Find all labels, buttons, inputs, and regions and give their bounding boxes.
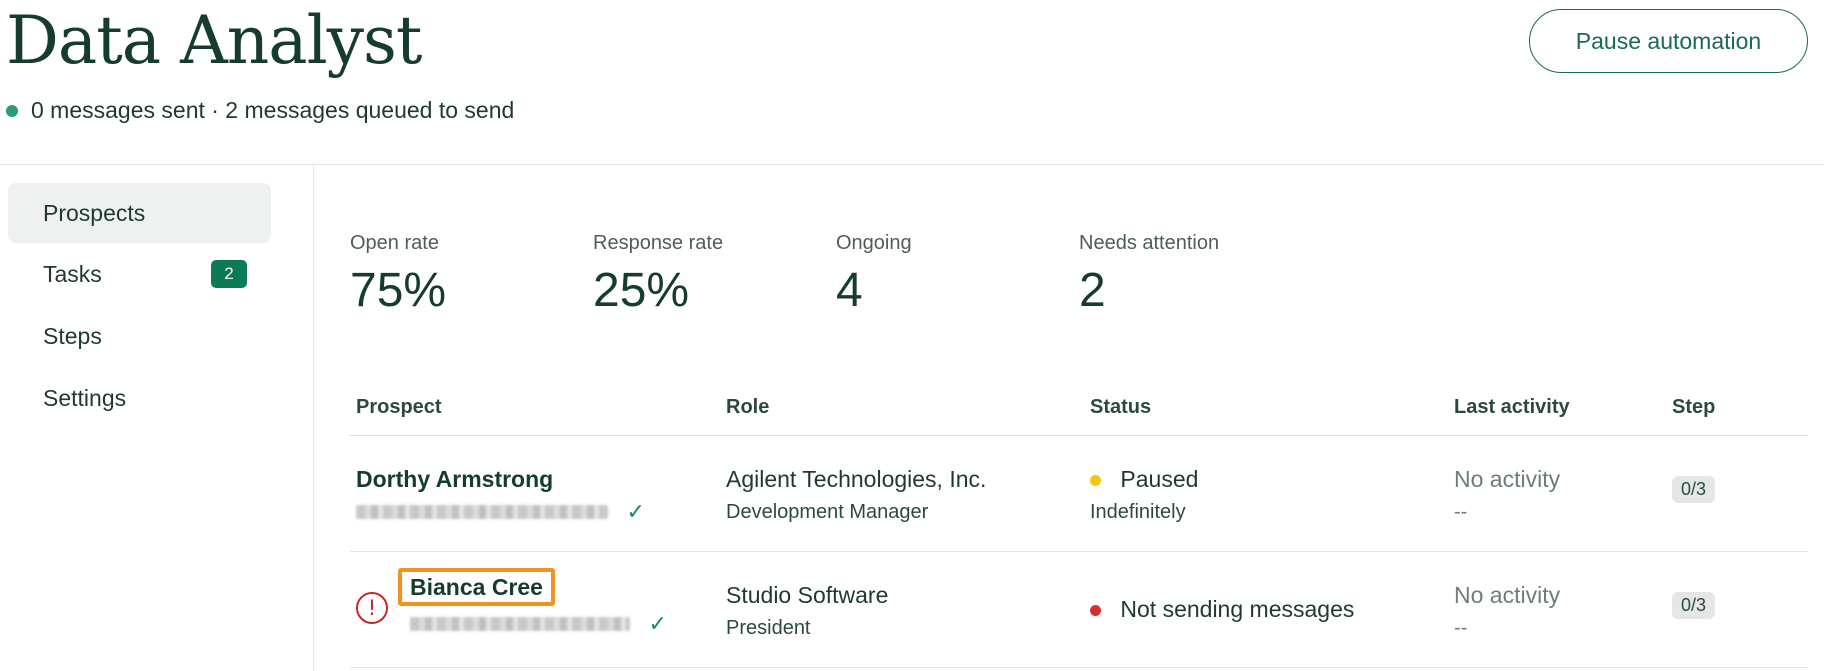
status-cell: Paused Indefinitely	[1090, 466, 1198, 524]
stat-needs-attention: Needs attention 2	[1079, 232, 1299, 318]
warning-icon: !	[356, 592, 388, 624]
last-activity-detail: --	[1454, 617, 1468, 639]
sidebar-item-label: Tasks	[43, 260, 102, 287]
sidebar-item-steps[interactable]: Steps	[8, 306, 271, 366]
company-name: Agilent Technologies, Inc.	[726, 466, 987, 492]
status-text: Paused	[1120, 466, 1199, 492]
prospects-table: Prospect Role Status Last activity Step …	[350, 392, 1808, 668]
stat-response-rate: Response rate 25%	[593, 232, 813, 318]
automation-status: 0 messages sent · 2 messages queued to s…	[6, 97, 514, 124]
page-title: Data Analyst	[6, 2, 422, 79]
stat-value: 75%	[350, 264, 447, 317]
stat-label: Open rate	[350, 232, 439, 254]
role-cell: Studio Software President	[726, 582, 888, 640]
last-activity-text: No activity	[1454, 466, 1561, 492]
role-title: President	[726, 617, 811, 639]
status-detail: Indefinitely	[1090, 501, 1186, 523]
stat-value: 25%	[593, 264, 690, 317]
role-cell: Agilent Technologies, Inc. Development M…	[726, 466, 986, 524]
stat-label: Needs attention	[1079, 232, 1220, 254]
stat-ongoing: Ongoing 4	[836, 232, 1056, 318]
pause-automation-button[interactable]: Pause automation	[1529, 9, 1808, 73]
last-activity-detail: --	[1454, 501, 1468, 523]
stat-label: Ongoing	[836, 232, 912, 254]
stat-open-rate: Open rate 75%	[350, 232, 570, 318]
column-header-step[interactable]: Step	[1672, 396, 1715, 419]
sidebar-item-prospects[interactable]: Prospects	[8, 183, 271, 243]
status-dot-icon	[1090, 605, 1101, 617]
stat-value: 4	[836, 264, 863, 317]
status-dot-icon	[6, 104, 18, 117]
step-badge: 0/3	[1672, 476, 1716, 503]
last-activity-cell: No activity --	[1454, 582, 1560, 640]
redacted-email	[356, 505, 608, 519]
sidebar-item-settings[interactable]: Settings	[8, 368, 271, 428]
sidebar-item-tasks[interactable]: Tasks 2	[8, 244, 271, 304]
last-activity-text: No activity	[1454, 582, 1561, 608]
role-title: Development Manager	[726, 501, 929, 523]
sidebar-item-label: Steps	[43, 322, 102, 349]
table-row[interactable]: ! Bianca Cree ✓ Studio Software Presiden…	[350, 552, 1808, 668]
stat-value: 2	[1079, 264, 1106, 317]
status-text: Not sending messages	[1120, 596, 1355, 622]
column-header-prospect[interactable]: Prospect	[356, 396, 442, 419]
sidebar-item-label: Prospects	[43, 199, 146, 226]
tasks-count-badge: 2	[211, 260, 247, 288]
status-dot-icon	[1090, 475, 1101, 487]
redacted-email	[410, 617, 630, 631]
step-badge: 0/3	[1672, 592, 1716, 619]
column-header-role[interactable]: Role	[726, 396, 769, 419]
step-cell: 0/3	[1672, 476, 1716, 503]
step-cell: 0/3	[1672, 592, 1716, 619]
company-name: Studio Software	[726, 582, 889, 608]
last-activity-cell: No activity --	[1454, 466, 1560, 524]
sidebar-item-label: Settings	[43, 384, 127, 411]
page-header: Data Analyst 0 messages sent · 2 message…	[0, 0, 1824, 165]
column-header-status[interactable]: Status	[1090, 396, 1151, 419]
sidebar: Prospects Tasks 2 Steps Settings	[0, 165, 314, 671]
status-cell: Not sending messages	[1090, 596, 1354, 623]
prospect-name[interactable]: Dorthy Armstrong	[356, 466, 645, 493]
column-header-last-activity[interactable]: Last activity	[1454, 396, 1570, 419]
prospect-cell: Bianca Cree ✓	[398, 568, 667, 637]
prospect-name[interactable]: Bianca Cree	[398, 568, 555, 606]
prospect-cell: Dorthy Armstrong ✓	[356, 466, 645, 525]
automation-status-text: 0 messages sent · 2 messages queued to s…	[31, 97, 515, 123]
check-icon: ✓	[648, 611, 667, 636]
check-icon: ✓	[626, 499, 645, 524]
table-header: Prospect Role Status Last activity Step	[350, 392, 1808, 436]
table-row[interactable]: Dorthy Armstrong ✓ Agilent Technologies,…	[350, 436, 1808, 552]
stat-label: Response rate	[593, 232, 724, 254]
